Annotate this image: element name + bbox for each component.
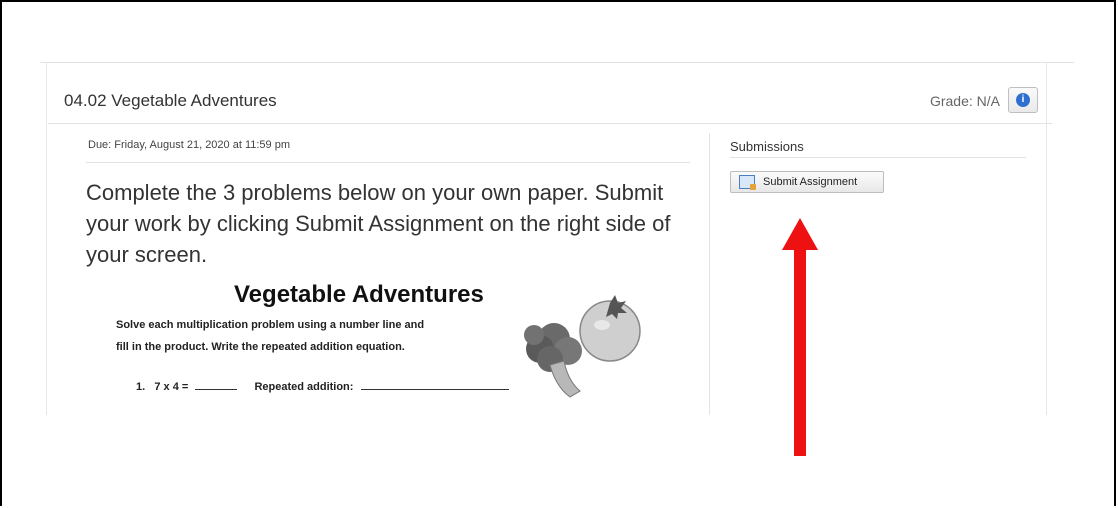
info-icon: i	[1016, 93, 1030, 107]
problem-expression: 7 x 4 =	[154, 381, 189, 393]
grade-display: Grade: N/A	[930, 93, 1000, 109]
submit-assignment-button[interactable]: Submit Assignment	[730, 171, 884, 193]
grade-label: Grade:	[929, 93, 973, 109]
submissions-heading: Submissions	[730, 139, 804, 154]
assignment-content: Due: Friday, August 21, 2020 at 11:59 pm…	[86, 133, 690, 415]
due-date: Due: Friday, August 21, 2020 at 11:59 pm	[88, 139, 290, 151]
card-right-edge	[1046, 63, 1047, 415]
inner-edge	[40, 141, 47, 415]
worksheet-image: Vegetable Adventures Solve each multipli…	[86, 275, 690, 415]
red-arrow-annotation	[782, 218, 818, 456]
worksheet-title: Vegetable Adventures	[234, 281, 484, 308]
worksheet-instruction-1: Solve each multiplication problem using …	[116, 319, 425, 331]
assignment-header: 04.02 Vegetable Adventures Grade: N/A i	[48, 69, 1052, 124]
vegetables-illustration	[524, 295, 641, 398]
page-title: 04.02 Vegetable Adventures	[64, 91, 277, 110]
submit-assignment-label: Submit Assignment	[763, 176, 858, 188]
repeated-addition-label: Repeated addition:	[254, 381, 354, 393]
assignment-doc-icon	[739, 175, 756, 190]
info-button[interactable]: i	[1008, 87, 1038, 113]
divider	[730, 157, 1026, 158]
answer-blank	[195, 389, 238, 390]
problem-number: 1.	[136, 381, 146, 393]
grade-value: N/A	[976, 93, 1000, 109]
divider	[86, 162, 690, 163]
column-divider	[709, 133, 710, 415]
instructions-text: Complete the 3 problems below on your ow…	[86, 180, 671, 267]
equation-blank	[360, 389, 509, 390]
worksheet-problem-1: 1. 7 x 4 = Repeated addition:	[136, 381, 556, 393]
assignment-card: 04.02 Vegetable Adventures Grade: N/A i …	[40, 62, 1074, 415]
worksheet-instruction-2: fill in the product. Write the repeated …	[116, 341, 405, 353]
